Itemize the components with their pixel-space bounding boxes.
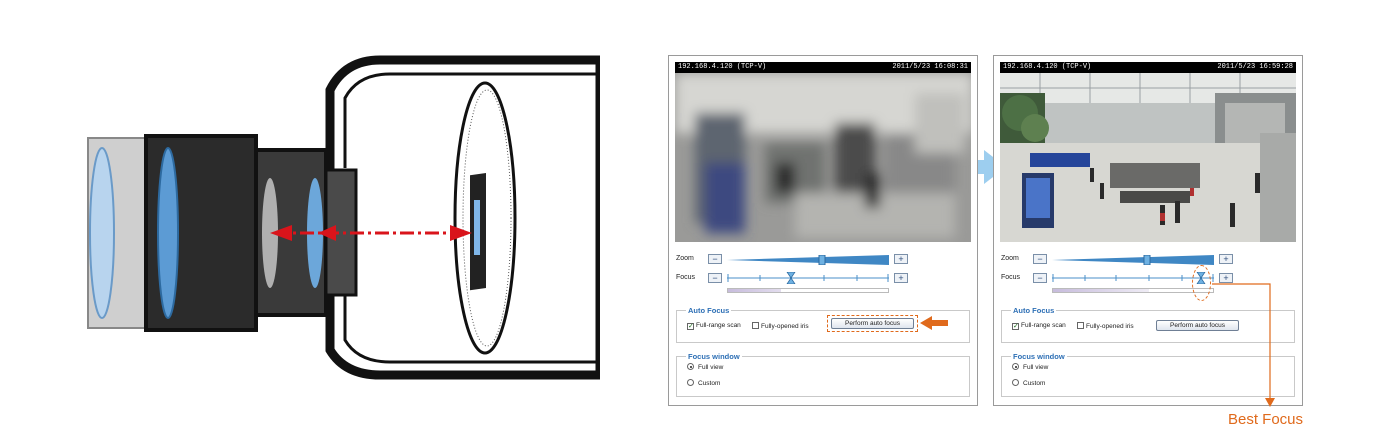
camera-ip-address: 192.168.4.120 (TCP-V) — [678, 63, 767, 71]
focus-window-group: Focus window — [676, 352, 970, 397]
airport-scene-image — [1000, 73, 1296, 242]
perform-auto-focus-button[interactable]: Perform auto focus — [831, 318, 914, 329]
focus-progress-bar — [1052, 288, 1214, 293]
full-range-scan-option[interactable]: ✓ Full-range scan — [1012, 322, 1066, 330]
blurred-scene-image — [675, 73, 971, 242]
zoom-label: Zoom — [1001, 255, 1019, 262]
full-range-scan-checkbox[interactable]: ✓ — [1012, 323, 1019, 330]
focus-label: Focus — [676, 274, 696, 281]
focus-minus-button[interactable]: − — [1033, 273, 1047, 283]
full-view-option[interactable]: Full view — [687, 363, 723, 371]
zoom-label: Zoom — [676, 255, 694, 262]
full-range-scan-checkbox[interactable]: ✓ — [687, 323, 694, 330]
custom-option[interactable]: Custom — [687, 379, 720, 387]
focus-window-legend: Focus window — [688, 352, 740, 361]
full-range-scan-option[interactable]: ✓ Full-range scan — [687, 322, 741, 330]
video-timestamp: 2011/5/23 16:59:28 — [1217, 63, 1293, 71]
best-focus-label: Best Focus — [1228, 411, 1304, 428]
auto-focus-legend: Auto Focus — [1013, 306, 1055, 315]
focus-plus-button[interactable]: + — [894, 273, 908, 283]
custom-radio[interactable] — [687, 379, 694, 386]
zoom-slider[interactable] — [727, 255, 889, 265]
auto-focus-legend: Auto Focus — [688, 306, 730, 315]
zoom-plus-button[interactable]: + — [894, 254, 908, 264]
camera-panel-before: 192.168.4.120 (TCP-V) 2011/5/23 16:08:31… — [668, 55, 978, 406]
fully-opened-iris-option[interactable]: Fully-opened iris — [752, 322, 809, 330]
zoom-plus-button[interactable]: + — [1219, 254, 1233, 264]
best-focus-highlight — [1192, 265, 1211, 301]
focus-window-legend: Focus window — [1013, 352, 1065, 361]
focus-progress-bar — [727, 288, 889, 293]
zoom-minus-button[interactable]: − — [1033, 254, 1047, 264]
fully-opened-iris-option[interactable]: Fully-opened iris — [1077, 322, 1134, 330]
fully-opened-iris-checkbox[interactable] — [752, 322, 759, 329]
video-status-bar: 192.168.4.120 (TCP-V) 2011/5/23 16:59:28 — [1000, 62, 1296, 73]
video-status-bar: 192.168.4.120 (TCP-V) 2011/5/23 16:08:31 — [675, 62, 971, 73]
pointer-arrow-icon — [920, 316, 948, 330]
full-view-option[interactable]: Full view — [1012, 363, 1048, 371]
focus-label: Focus — [1001, 274, 1021, 281]
full-view-radio[interactable] — [1012, 363, 1019, 370]
focus-slider[interactable] — [727, 272, 889, 284]
camera-ip-address: 192.168.4.120 (TCP-V) — [1003, 63, 1092, 71]
focus-progress-fill — [728, 289, 781, 292]
video-preview-focused[interactable] — [1000, 73, 1296, 242]
focus-progress-fill — [1053, 289, 1149, 292]
focus-minus-button[interactable]: − — [708, 273, 722, 283]
focus-slider[interactable] — [1052, 272, 1214, 284]
zoom-slider[interactable] — [1052, 255, 1214, 265]
video-preview-blurred[interactable] — [675, 73, 971, 242]
fully-opened-iris-checkbox[interactable] — [1077, 322, 1084, 329]
custom-option[interactable]: Custom — [1012, 379, 1045, 387]
custom-radio[interactable] — [1012, 379, 1019, 386]
lens-focus-illustration — [87, 55, 600, 380]
full-view-radio[interactable] — [687, 363, 694, 370]
zoom-minus-button[interactable]: − — [708, 254, 722, 264]
video-timestamp: 2011/5/23 16:08:31 — [892, 63, 968, 71]
callout-line — [1212, 283, 1275, 407]
